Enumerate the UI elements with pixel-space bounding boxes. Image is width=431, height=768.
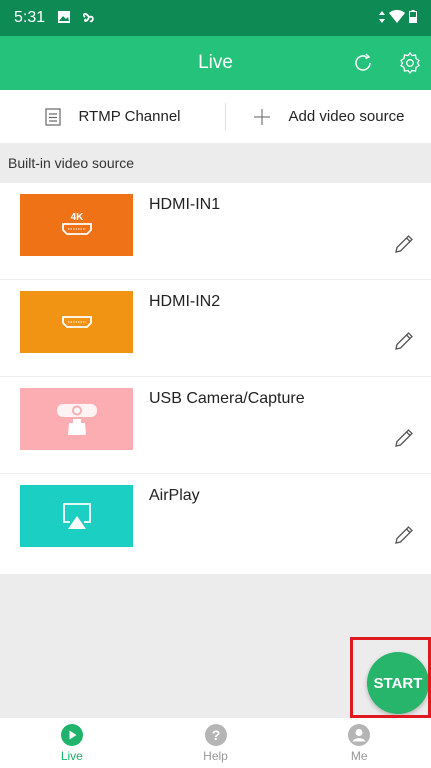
- hdmi-4k-icon: 4K: [61, 212, 92, 235]
- rtmp-channel-label: RTMP Channel: [78, 108, 181, 125]
- edit-pencil-icon[interactable]: [393, 427, 415, 449]
- airplay-icon: [62, 503, 91, 529]
- source-thumbnail: [20, 291, 133, 353]
- fan-notification-icon: [81, 9, 97, 28]
- app-bar: Live: [0, 36, 431, 90]
- source-name: HDMI-IN2: [149, 293, 221, 310]
- nav-label-me: Me: [350, 749, 368, 763]
- video-source-list: 4K HDMI-IN1 HDMI-IN2 USB Camera/Capture …: [0, 183, 431, 574]
- webcam-icon: [56, 404, 97, 435]
- nav-item-live[interactable]: Live: [0, 718, 144, 768]
- source-item-hdmi-in1[interactable]: 4K HDMI-IN1: [0, 183, 431, 280]
- plus-icon: [253, 108, 270, 125]
- status-right: [379, 10, 417, 26]
- live-screen: 5:31 Live RTMP Channel Add video source …: [0, 0, 431, 768]
- source-thumbnail: [20, 388, 133, 450]
- battery-icon: [409, 10, 417, 26]
- data-arrows-icon: [379, 10, 385, 26]
- source-thumbnail: 4K: [20, 194, 133, 256]
- edit-pencil-icon[interactable]: [393, 330, 415, 352]
- nav-item-me[interactable]: Me: [287, 718, 431, 768]
- help-circle-icon: ?: [204, 724, 227, 746]
- nav-label-live: Live: [60, 749, 83, 763]
- rtmp-channel-button[interactable]: RTMP Channel: [0, 90, 225, 143]
- nav-item-help[interactable]: ? Help: [144, 718, 288, 768]
- source-item-airplay[interactable]: AirPlay: [0, 474, 431, 574]
- source-toolbar: RTMP Channel Add video source: [0, 90, 431, 143]
- source-name: HDMI-IN1: [149, 196, 221, 213]
- person-circle-icon: [348, 724, 371, 746]
- svg-text:?: ?: [211, 727, 220, 743]
- add-video-source-label: Add video source: [288, 108, 405, 125]
- edit-pencil-icon[interactable]: [393, 233, 415, 255]
- document-icon: [44, 107, 61, 126]
- source-name: USB Camera/Capture: [149, 390, 305, 407]
- settings-gear-icon[interactable]: [398, 51, 422, 75]
- hdmi-icon: [61, 316, 92, 328]
- add-video-source-button[interactable]: Add video source: [226, 90, 431, 143]
- start-button[interactable]: START: [367, 652, 429, 714]
- status-time: 5:31: [14, 9, 46, 26]
- bottom-nav: Live ? Help Me: [0, 718, 431, 768]
- nav-label-help: Help: [203, 749, 228, 763]
- edit-pencil-icon[interactable]: [393, 524, 415, 546]
- play-circle-icon: [60, 724, 83, 746]
- wifi-icon: [389, 10, 405, 26]
- source-item-usb-camera[interactable]: USB Camera/Capture: [0, 377, 431, 474]
- section-header: Built-in video source: [0, 143, 431, 183]
- source-name: AirPlay: [149, 487, 200, 504]
- status-bar: 5:31: [0, 0, 431, 36]
- source-thumbnail: [20, 485, 133, 547]
- image-notification-icon: [57, 10, 71, 27]
- source-item-hdmi-in2[interactable]: HDMI-IN2: [0, 280, 431, 377]
- svg-text:4K: 4K: [70, 212, 84, 223]
- refresh-icon[interactable]: [352, 52, 374, 74]
